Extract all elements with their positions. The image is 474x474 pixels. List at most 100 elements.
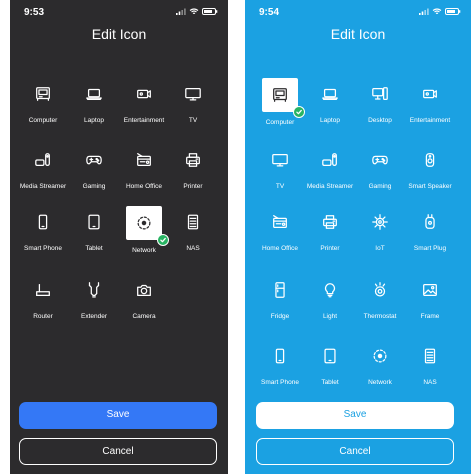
icon-option-media-streamer[interactable]: Media Streamer <box>303 144 357 191</box>
network-icon <box>373 349 387 363</box>
status-icons <box>419 8 461 15</box>
entertainment-icon <box>423 89 437 99</box>
save-button[interactable]: Save <box>256 402 454 429</box>
icon-option-computer[interactable]: Computer <box>253 78 307 127</box>
icon-option-laptop[interactable]: Laptop <box>303 78 357 125</box>
cancel-button[interactable]: Cancel <box>19 438 217 465</box>
nas-icon <box>424 348 436 364</box>
icon-option-label: Home Office <box>125 183 162 190</box>
icon-option-smartphone[interactable]: Smart Phone <box>253 340 307 387</box>
icon-option-gamepad[interactable]: Gaming <box>353 144 407 191</box>
network-icon <box>137 216 151 230</box>
icon-option-tablet[interactable]: Tablet <box>303 340 357 387</box>
icon-option-smartphone[interactable]: Smart Phone <box>16 206 70 253</box>
icon-option-laptop[interactable]: Laptop <box>67 78 121 125</box>
icon-option-network[interactable]: Network <box>117 206 171 255</box>
icon-tile <box>362 144 398 176</box>
icon-option-media-streamer[interactable]: Media Streamer <box>16 144 70 191</box>
icon-option-light[interactable]: Light <box>303 274 357 321</box>
icon-tile <box>126 144 162 176</box>
icon-option-label: Printer <box>183 183 203 190</box>
icon-option-label: Home Office <box>261 245 298 252</box>
status-icons <box>176 8 218 15</box>
icon-option-label: Thermostat <box>363 313 397 320</box>
camera-icon <box>137 284 151 297</box>
page-title: Edit Icon <box>330 26 386 42</box>
status-time: 9:53 <box>24 7 45 18</box>
home-office-icon <box>137 153 151 167</box>
computer-icon <box>273 88 287 102</box>
icon-option-label: Tablet <box>85 245 103 252</box>
icon-tile <box>175 78 211 110</box>
icon-option-desktop[interactable]: Desktop <box>353 78 407 125</box>
icon-option-computer[interactable]: Computer <box>16 78 70 125</box>
icon-option-label: Fridge <box>270 313 290 320</box>
icon-option-nas[interactable]: NAS <box>403 340 457 387</box>
icon-option-label: Entertainment <box>123 117 165 124</box>
icon-tile <box>362 340 398 372</box>
icon-option-fridge[interactable]: Fridge <box>253 274 307 321</box>
icon-option-gamepad[interactable]: Gaming <box>67 144 121 191</box>
icon-option-label: Media Streamer <box>306 183 354 190</box>
icon-option-extender[interactable]: Extender <box>67 274 121 321</box>
icon-option-label: Gaming <box>82 183 106 190</box>
icon-option-home-office[interactable]: Home Office <box>253 206 307 253</box>
icon-option-tv[interactable]: TV <box>253 144 307 191</box>
icon-tile <box>262 78 305 118</box>
icon-option-label: Frame <box>420 313 440 320</box>
light-icon <box>324 283 336 298</box>
icon-tile <box>312 340 348 372</box>
icon-option-label: Laptop <box>84 117 104 124</box>
icon-tile <box>312 78 348 110</box>
icon-tile <box>312 206 348 238</box>
icon-tile <box>412 206 448 238</box>
icon-option-smart-plug[interactable]: Smart Plug <box>403 206 457 253</box>
icon-option-entertainment[interactable]: Entertainment <box>403 78 457 125</box>
status-bar: 9:53 <box>10 7 228 21</box>
save-button[interactable]: Save <box>19 402 217 429</box>
signal-icon <box>176 8 186 15</box>
icon-tile <box>25 144 61 176</box>
icon-tile <box>126 206 169 246</box>
frame-icon <box>423 283 437 297</box>
icon-option-printer[interactable]: Printer <box>166 144 220 191</box>
icon-option-frame[interactable]: Frame <box>403 274 457 321</box>
icon-tile <box>76 78 112 110</box>
icon-option-thermostat[interactable]: Thermostat <box>353 274 407 321</box>
icon-option-iot[interactable]: IoT <box>353 206 407 253</box>
icon-option-label: Computer <box>28 117 58 124</box>
icon-option-router[interactable]: Router <box>16 274 70 321</box>
icon-option-label: IoT <box>375 245 385 252</box>
icon-option-network[interactable]: Network <box>353 340 407 387</box>
icon-option-label: Entertainment <box>409 117 451 124</box>
icon-option-label: Smart Speaker <box>408 183 452 190</box>
icon-option-label: NAS <box>423 379 437 386</box>
status-bar: 9:54 <box>245 7 471 21</box>
icon-option-label: TV <box>188 117 198 124</box>
page-title: Edit Icon <box>91 26 147 42</box>
icon-option-home-office[interactable]: Home Office <box>117 144 171 191</box>
media-streamer-icon <box>322 153 337 167</box>
icon-option-tablet[interactable]: Tablet <box>67 206 121 253</box>
smart-speaker-icon <box>425 153 435 167</box>
icon-tile <box>25 78 61 110</box>
icon-tile <box>262 206 298 238</box>
icon-option-label: Printer <box>320 245 340 252</box>
icon-option-entertainment[interactable]: Entertainment <box>117 78 171 125</box>
icon-option-smart-speaker[interactable]: Smart Speaker <box>403 144 457 191</box>
icon-tile <box>126 78 162 110</box>
icon-option-printer[interactable]: Printer <box>303 206 357 253</box>
icon-option-camera[interactable]: Camera <box>117 274 171 321</box>
icon-option-nas[interactable]: NAS <box>166 206 220 253</box>
blue-screen: 9:54 Edit Icon Computer Laptop Desktop Ente… <box>245 0 471 474</box>
thermostat-icon <box>374 282 386 297</box>
tv-icon <box>185 87 201 101</box>
cancel-button[interactable]: Cancel <box>256 438 454 465</box>
icon-option-tv[interactable]: TV <box>166 78 220 125</box>
gamepad-icon <box>86 155 102 165</box>
icon-tile <box>126 274 162 306</box>
icon-option-label: NAS <box>186 245 200 252</box>
icon-tile <box>76 274 112 306</box>
icon-tile <box>25 206 61 238</box>
icon-option-label: TV <box>275 183 285 190</box>
